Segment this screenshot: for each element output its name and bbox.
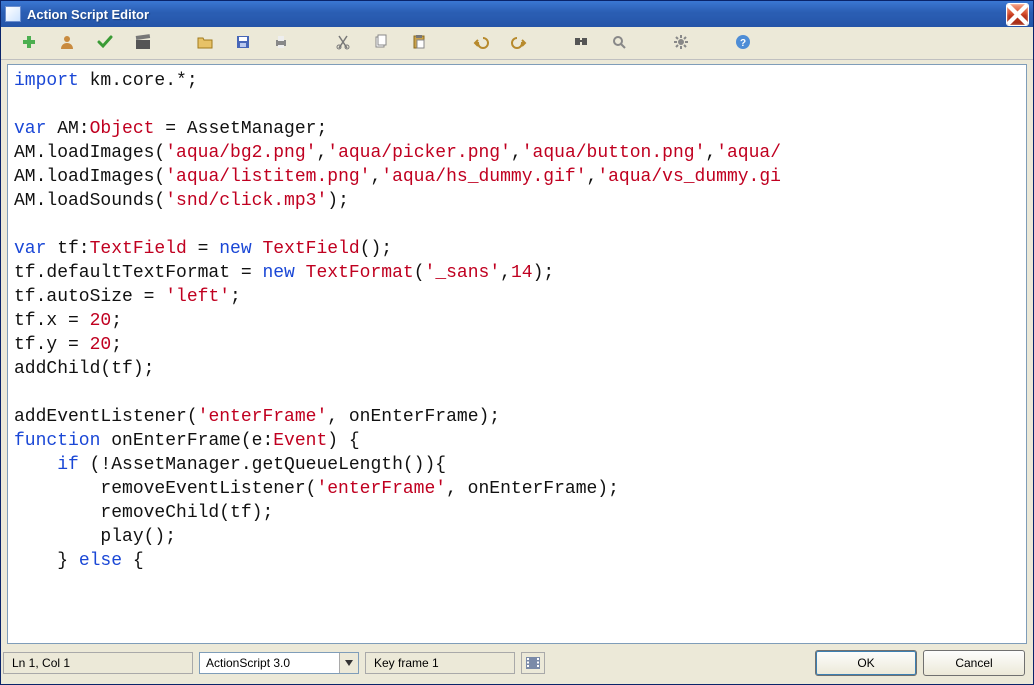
add-icon [21, 34, 37, 53]
svg-text:?: ? [740, 38, 746, 49]
ok-button[interactable]: OK [815, 650, 917, 676]
goto-icon [611, 34, 627, 53]
add-button[interactable] [19, 33, 39, 53]
undo-icon [473, 34, 489, 53]
settings-button[interactable] [671, 33, 691, 53]
copy-icon [373, 34, 389, 53]
close-button[interactable] [1006, 3, 1029, 26]
user-icon [59, 34, 75, 53]
open-icon [197, 34, 213, 53]
check-icon [97, 34, 113, 53]
window-title: Action Script Editor [27, 7, 1006, 22]
close-icon [1007, 4, 1028, 25]
paste-button[interactable] [409, 33, 429, 53]
save-icon [235, 34, 251, 53]
goto-button[interactable] [609, 33, 629, 53]
clapper-button[interactable] [133, 33, 153, 53]
help-icon: ? [735, 34, 751, 53]
titlebar: Action Script Editor [1, 1, 1033, 27]
window: Action Script Editor ? import km.core.*;… [0, 0, 1034, 685]
check-button[interactable] [95, 33, 115, 53]
settings-icon [673, 34, 689, 53]
editor: import km.core.*; var AM:Object = AssetM… [7, 64, 1027, 644]
paste-icon [411, 34, 427, 53]
code-area[interactable]: import km.core.*; var AM:Object = AssetM… [8, 65, 1026, 613]
print-button[interactable] [271, 33, 291, 53]
toolbar: ? [1, 27, 1033, 60]
keyframe-label: Key frame 1 [365, 652, 515, 674]
cut-button[interactable] [333, 33, 353, 53]
find-icon [573, 34, 589, 53]
cancel-button[interactable]: Cancel [923, 650, 1025, 676]
copy-button[interactable] [371, 33, 391, 53]
cursor-position: Ln 1, Col 1 [3, 652, 193, 674]
cut-icon [335, 34, 351, 53]
redo-button[interactable] [509, 33, 529, 53]
undo-button[interactable] [471, 33, 491, 53]
dropdown-arrow-icon [339, 653, 358, 673]
redo-icon [511, 34, 527, 53]
editor-scroll[interactable]: import km.core.*; var AM:Object = AssetM… [8, 65, 1026, 643]
language-value: ActionScript 3.0 [206, 656, 290, 670]
app-icon [5, 6, 21, 22]
clapper-icon [135, 34, 151, 53]
help-button[interactable]: ? [733, 33, 753, 53]
save-button[interactable] [233, 33, 253, 53]
print-icon [273, 34, 289, 53]
user-button[interactable] [57, 33, 77, 53]
language-select[interactable]: ActionScript 3.0 [199, 652, 359, 674]
open-button[interactable] [195, 33, 215, 53]
keyframe-icon[interactable] [521, 652, 545, 674]
find-button[interactable] [571, 33, 591, 53]
status-bar: Ln 1, Col 1 ActionScript 3.0 Key frame 1… [1, 644, 1033, 684]
